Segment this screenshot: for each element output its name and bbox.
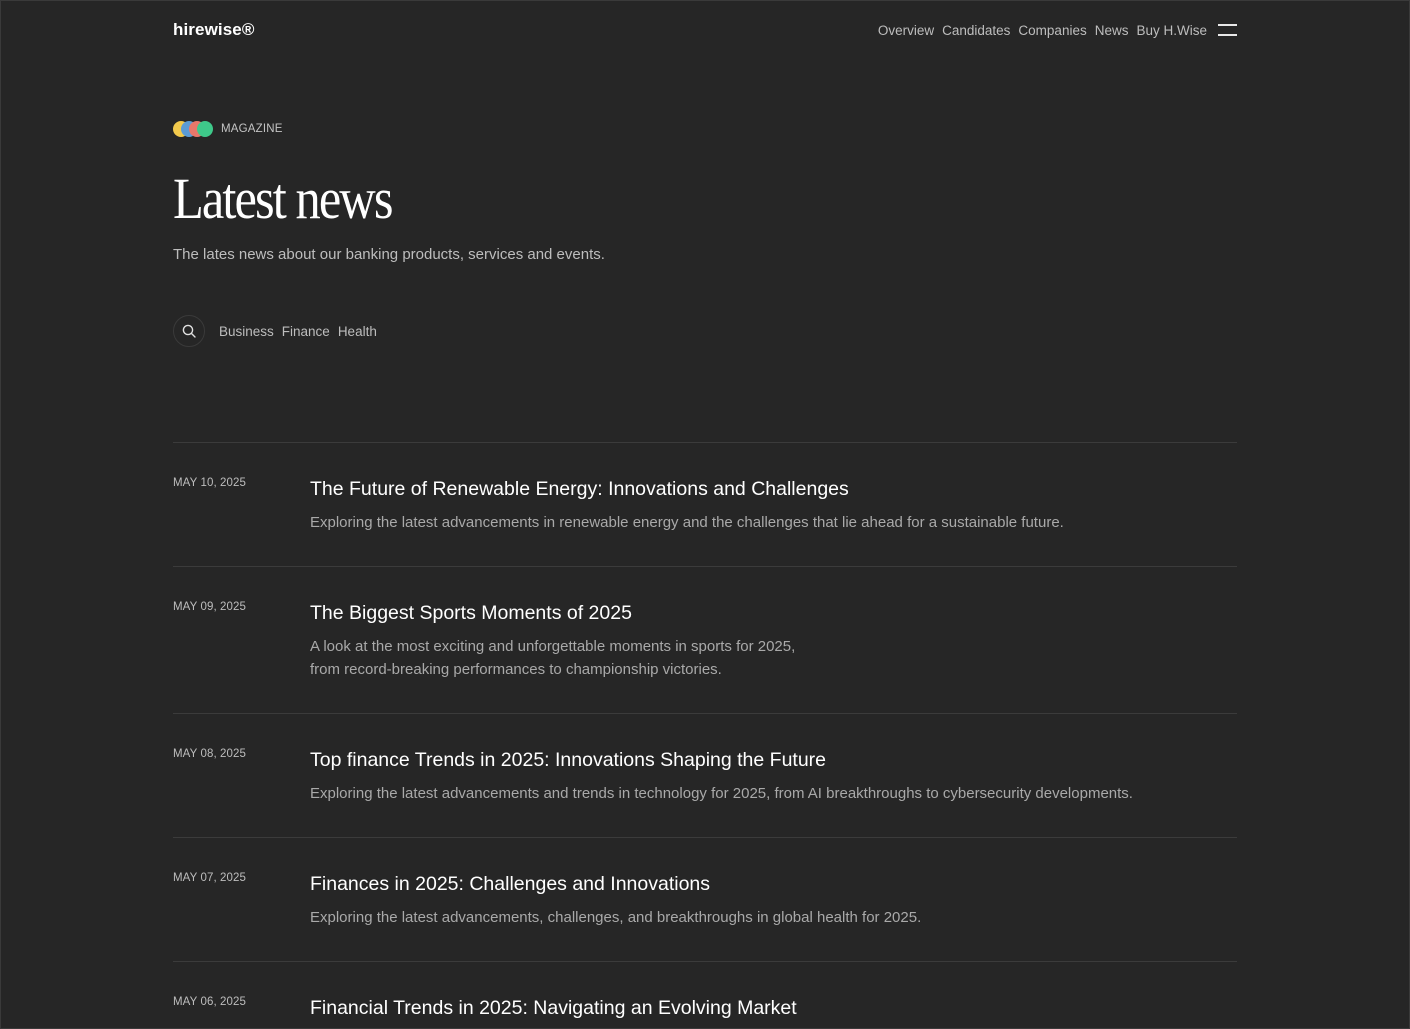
page-subtitle: The lates news about our banking product… xyxy=(173,246,605,263)
search-button[interactable] xyxy=(173,315,205,347)
news-date: MAY 09, 2025 xyxy=(173,601,247,613)
news-title[interactable]: Financial Trends in 2025: Navigating an … xyxy=(310,996,1237,1020)
news-body: The Future of Renewable Energy: Innovati… xyxy=(310,477,1237,534)
news-title[interactable]: The Future of Renewable Energy: Innovati… xyxy=(310,477,1237,501)
colored-dots-icon xyxy=(173,121,213,137)
news-item[interactable]: MAY 07, 2025 Finances in 2025: Challenge… xyxy=(173,837,1237,961)
news-body: Financial Trends in 2025: Navigating an … xyxy=(310,996,1237,1020)
magazine-tag: MAGAZINE xyxy=(173,121,283,137)
news-body: Finances in 2025: Challenges and Innovat… xyxy=(310,872,1237,929)
news-title[interactable]: Finances in 2025: Challenges and Innovat… xyxy=(310,872,1237,896)
news-date: MAY 08, 2025 xyxy=(173,748,247,760)
news-title[interactable]: The Biggest Sports Moments of 2025 xyxy=(310,601,1237,625)
brand-logo[interactable]: hirewise® xyxy=(173,20,254,40)
news-item[interactable]: MAY 10, 2025 The Future of Renewable Ene… xyxy=(173,442,1237,566)
news-description: Exploring the latest advancements, chall… xyxy=(310,909,922,926)
hamburger-menu-icon[interactable] xyxy=(1218,24,1237,36)
news-description: A look at the most exciting and unforget… xyxy=(310,638,796,678)
nav-item-buy-hwise[interactable]: Buy H.Wise xyxy=(1136,23,1207,38)
news-item[interactable]: MAY 09, 2025 The Biggest Sports Moments … xyxy=(173,566,1237,713)
nav-item-news[interactable]: News xyxy=(1095,23,1129,38)
news-item[interactable]: MAY 08, 2025 Top finance Trends in 2025:… xyxy=(173,713,1237,837)
news-body: Top finance Trends in 2025: Innovations … xyxy=(310,748,1237,805)
page-title: Latest news xyxy=(173,166,393,231)
news-description: Exploring the latest advancements in ren… xyxy=(310,514,1064,531)
news-description: Exploring the latest advancements and tr… xyxy=(310,785,1133,802)
page: hirewise® Overview Candidates Companies … xyxy=(0,0,1410,1029)
search-icon xyxy=(182,324,196,338)
filter-finance[interactable]: Finance xyxy=(282,324,330,339)
filter-business[interactable]: Business xyxy=(219,324,274,339)
main-nav: Overview Candidates Companies News Buy H… xyxy=(878,23,1237,38)
magazine-label: MAGAZINE xyxy=(221,123,283,135)
nav-item-companies[interactable]: Companies xyxy=(1018,23,1086,38)
filter-health[interactable]: Health xyxy=(338,324,377,339)
news-title[interactable]: Top finance Trends in 2025: Innovations … xyxy=(310,748,1237,772)
news-date: MAY 06, 2025 xyxy=(173,996,247,1008)
dot-green xyxy=(197,121,213,137)
news-date: MAY 10, 2025 xyxy=(173,477,247,489)
news-body: The Biggest Sports Moments of 2025 A loo… xyxy=(310,601,1237,681)
nav-item-candidates[interactable]: Candidates xyxy=(942,23,1010,38)
news-date: MAY 07, 2025 xyxy=(173,872,247,884)
news-item[interactable]: MAY 06, 2025 Financial Trends in 2025: N… xyxy=(173,961,1237,1028)
filter-bar: Business Finance Health xyxy=(173,315,377,347)
site-header: hirewise® Overview Candidates Companies … xyxy=(173,19,1237,41)
news-list: MAY 10, 2025 The Future of Renewable Ene… xyxy=(173,442,1237,1028)
nav-item-overview[interactable]: Overview xyxy=(878,23,934,38)
